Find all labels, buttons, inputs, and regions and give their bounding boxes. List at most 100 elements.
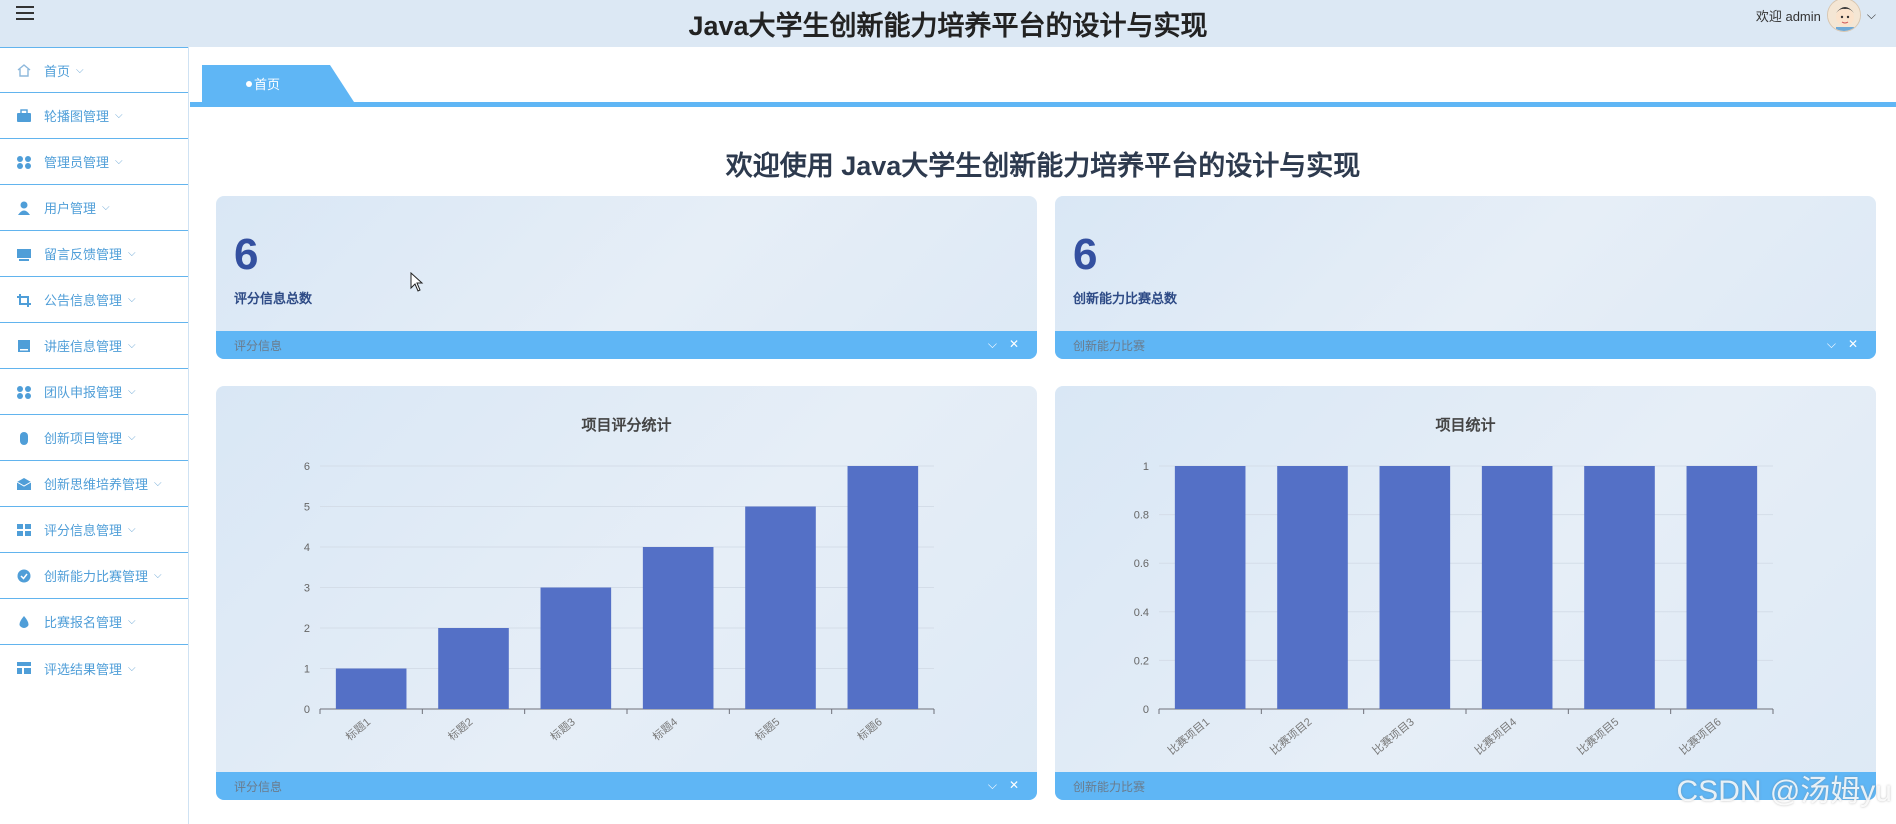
bar[interactable]: [1481, 466, 1553, 709]
sidebar-item-score[interactable]: 评分信息管理 ⌵: [0, 507, 188, 553]
sidebar-item-label: 创新项目管理: [44, 431, 123, 446]
sidebar-item-feedback[interactable]: 留言反馈管理 ⌵: [0, 231, 188, 277]
stat-card-score: 6 评分信息总数 评分信息 ⌵ ✕: [216, 196, 1037, 359]
card-footer-label: 评分信息: [234, 779, 283, 794]
card-footer-label: 创新能力比赛: [1073, 779, 1146, 794]
bar[interactable]: [1174, 466, 1246, 709]
chevron-down-icon: ⌵: [154, 570, 162, 581]
sidebar-item-label: 用户管理: [44, 201, 97, 216]
sidebar-item-label: 团队申报管理: [44, 385, 123, 400]
stat-value: 6: [1073, 230, 1098, 279]
sidebar-item-admin[interactable]: 管理员管理 ⌵: [0, 139, 188, 185]
y-tick-label: 2: [304, 623, 310, 635]
stat-label: 评分信息总数: [234, 291, 313, 306]
x-tick-label: 标题2: [445, 715, 476, 744]
bar[interactable]: [1686, 466, 1758, 709]
sidebar-item-users[interactable]: 用户管理 ⌵: [0, 185, 188, 231]
tab-underline: [190, 102, 1896, 107]
stat-value: 6: [234, 230, 259, 279]
tab-bar: 首页: [190, 47, 1896, 107]
sidebar-item-competition[interactable]: 创新能力比赛管理 ⌵: [0, 553, 188, 599]
sidebar-item-label: 首页: [44, 63, 71, 79]
chevron-down-icon: ⌵: [128, 432, 136, 443]
tab-home[interactable]: 首页: [202, 65, 354, 102]
x-tick-label: 比赛项目2: [1267, 715, 1314, 758]
sidebar-item-label: 管理员管理: [44, 155, 110, 170]
y-tick-label: 3: [304, 583, 310, 595]
chevron-down-icon: ⌵: [154, 478, 162, 489]
chevron-down-icon[interactable]: ⌵: [1827, 337, 1836, 352]
y-tick-label: 0.4: [1134, 607, 1149, 619]
x-tick-label: 比赛项目1: [1165, 715, 1212, 758]
close-icon[interactable]: ✕: [1009, 337, 1019, 352]
sidebar-item-project[interactable]: 创新项目管理 ⌵: [0, 415, 188, 461]
bar[interactable]: [335, 668, 407, 710]
card-footer-label: 创新能力比赛: [1073, 338, 1146, 353]
bar[interactable]: [847, 466, 919, 709]
user-icon: [16, 201, 32, 215]
sidebar-item-label: 留言反馈管理: [44, 247, 123, 262]
bar[interactable]: [540, 587, 612, 710]
tab-dot-icon: [246, 80, 252, 87]
user-menu[interactable]: 欢迎 admin ⌵: [1755, 0, 1876, 32]
chevron-down-icon[interactable]: ⌵: [988, 778, 997, 793]
card-footer-label: 评分信息: [234, 338, 283, 353]
x-tick-label: 比赛项目3: [1369, 715, 1416, 758]
sidebar-item-thinking[interactable]: 创新思维培养管理 ⌵: [0, 461, 188, 507]
welcome-user-text: 欢迎 admin: [1755, 8, 1821, 24]
stat-card-competition: 6 创新能力比赛总数 创新能力比赛 ⌵ ✕: [1055, 196, 1876, 359]
grid-icon: [16, 155, 32, 169]
sidebar-item-label: 创新能力比赛管理: [44, 569, 149, 584]
close-icon[interactable]: ✕: [1848, 337, 1858, 352]
sidebar-item-result[interactable]: 评选结果管理 ⌵: [0, 645, 188, 691]
chevron-down-icon: ⌵: [115, 110, 123, 121]
chart-card-project: 项目统计 0 0.2 0.4 0.6 0.8 1 比赛项目1 比赛项目2 比赛项目3 比赛项目4 比…: [1055, 386, 1876, 800]
avatar[interactable]: [1826, 0, 1861, 32]
y-tick-label: 6: [304, 461, 310, 473]
sidebar-item-label: 比赛报名管理: [44, 615, 123, 630]
bar[interactable]: [642, 547, 714, 709]
x-tick-label: 比赛项目6: [1676, 715, 1723, 758]
y-tick-label: 1: [304, 664, 310, 676]
y-tick-label: 0.8: [1134, 510, 1149, 522]
y-tick-label: 0.2: [1134, 655, 1149, 667]
x-tick-label: 标题1: [343, 715, 374, 744]
bar[interactable]: [438, 628, 509, 709]
y-tick-label: 1: [1143, 461, 1149, 473]
crop-icon: [16, 293, 32, 307]
chevron-down-icon: ⌵: [128, 340, 136, 351]
sidebar-item-carousel[interactable]: 轮播图管理 ⌵: [0, 93, 188, 139]
chevron-down-icon: ⌵: [128, 524, 136, 535]
sidebar-item-notice[interactable]: 公告信息管理 ⌵: [0, 277, 188, 323]
sidebar-item-lecture[interactable]: 讲座信息管理 ⌵: [0, 323, 188, 369]
chevron-down-icon: ⌵: [115, 156, 123, 167]
bar[interactable]: [745, 506, 816, 710]
sidebar-item-label: 讲座信息管理: [44, 339, 123, 354]
x-tick-label: 比赛项目4: [1472, 715, 1519, 758]
chevron-down-icon[interactable]: ⌵: [988, 337, 997, 352]
home-icon: [16, 63, 32, 77]
apps-icon: [16, 523, 32, 537]
x-tick-label: 标题5: [752, 715, 783, 744]
chevron-down-icon: ⌵: [76, 64, 84, 76]
grid-icon: [16, 385, 32, 399]
sidebar-item-team[interactable]: 团队申报管理 ⌵: [0, 369, 188, 415]
bar[interactable]: [1379, 466, 1451, 709]
bar[interactable]: [1584, 466, 1655, 709]
sidebar-item-home[interactable]: 首页 ⌵: [0, 47, 188, 93]
bar[interactable]: [1277, 466, 1348, 709]
tab-label: 首页: [254, 77, 281, 92]
sidebar-item-signup[interactable]: 比赛报名管理 ⌵: [0, 599, 188, 645]
close-icon[interactable]: ✕: [1009, 778, 1019, 793]
bar-chart: 0 1 2 3 4 5 6 标题1 标题2 标题3 标题4 标题5 标题6: [304, 461, 935, 744]
y-tick-label: 0.6: [1134, 558, 1149, 570]
sidebar: 首页 ⌵ 轮播图管理 ⌵ 管理员管理 ⌵ 用户管理 ⌵ 留言反馈管理 ⌵ 公告信息管理 ⌵ …: [0, 47, 189, 824]
chevron-down-icon[interactable]: ⌵: [1867, 8, 1876, 23]
cursor-icon: [410, 272, 424, 292]
chevron-down-icon: ⌵: [128, 662, 136, 674]
x-tick-label: 标题4: [650, 715, 681, 744]
sidebar-item-label: 轮播图管理: [44, 109, 110, 124]
sidebar-item-label: 评分信息管理: [44, 523, 123, 538]
watermark: CSDN @汤姆yu: [1676, 775, 1892, 808]
sidebar-item-label: 创新思维培养管理: [44, 477, 149, 492]
